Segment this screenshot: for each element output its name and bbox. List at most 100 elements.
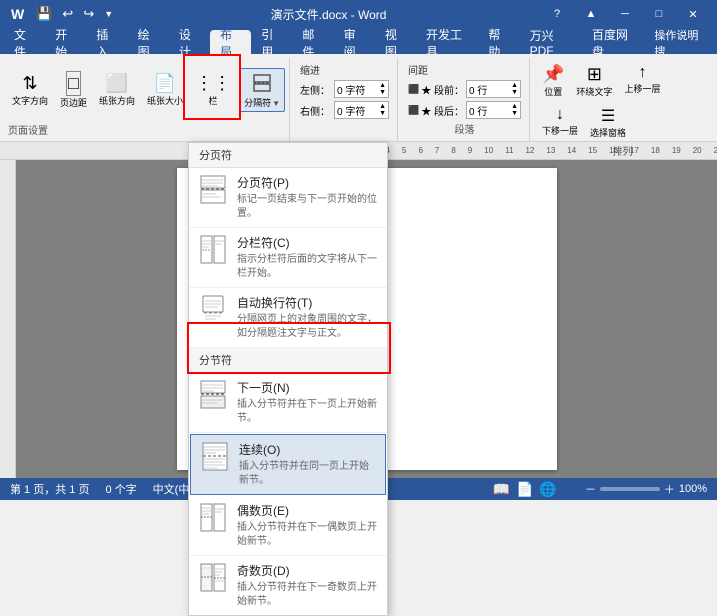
- close-button[interactable]: ✕: [677, 4, 709, 24]
- next-page-icon: [199, 379, 227, 411]
- select-pane-button[interactable]: ☰ 选择窗格: [586, 104, 630, 141]
- help-button[interactable]: ?: [541, 4, 573, 24]
- text-direction-icon: ⇅: [22, 73, 37, 94]
- web-view-icon[interactable]: 🌐: [539, 481, 556, 498]
- position-icon: 📌: [542, 64, 564, 85]
- tab-baiduyun[interactable]: 百度网盘: [582, 30, 644, 54]
- spacing-after-spin[interactable]: ▲ ▼: [511, 103, 518, 117]
- title-bar-title: 演示文件.docx - Word: [116, 6, 541, 23]
- spacing-before-value: 0 行: [469, 82, 487, 97]
- tab-file[interactable]: 文件: [4, 30, 45, 54]
- page-setup-group-label: 页面设置: [8, 120, 48, 139]
- breaks-icon: [252, 73, 272, 96]
- tab-draw[interactable]: 绘图: [128, 30, 169, 54]
- customize-icon[interactable]: ▼: [101, 9, 116, 19]
- even-page-icon: [199, 502, 227, 534]
- tab-design[interactable]: 设计: [169, 30, 210, 54]
- tab-insert[interactable]: 插入: [86, 30, 127, 54]
- text-direction-label: 文字方向: [12, 96, 48, 107]
- spacing-after-value: 0 行: [469, 103, 487, 118]
- spacing-after-row: ⬛ ★ 段后： 0 行 ▲ ▼: [408, 101, 521, 119]
- spacing-before-label: ★ 段前：: [421, 82, 464, 97]
- menu-item-column-break[interactable]: 分栏符(C) 指示分栏符后面的文字将从下一栏开始。: [189, 228, 387, 288]
- breaks-dropdown-arrow: ▼: [272, 99, 280, 109]
- spacing-after-icon: ⬛: [408, 105, 419, 116]
- page-break-section-header: 分页符: [189, 143, 387, 168]
- send-backward-label: 下移一层: [542, 126, 578, 137]
- menu-item-continuous[interactable]: 连续(O) 插入分节符并在同一页上开始新节。: [190, 434, 386, 495]
- word-count: 0 个字: [105, 481, 136, 497]
- title-bar-left: W 💾 ↩ ↪ ▼: [8, 5, 116, 23]
- columns-button[interactable]: ⋮⋮ 栏: [191, 71, 235, 109]
- read-view-icon[interactable]: 📖: [493, 481, 510, 498]
- zoom-control[interactable]: － ＋ 100%: [585, 481, 707, 497]
- odd-page-text: 奇数页(D) 插入分节符并在下一奇数页上开始新节。: [237, 562, 377, 609]
- tab-reference[interactable]: 引用: [251, 30, 292, 54]
- tab-view[interactable]: 视图: [375, 30, 416, 54]
- zoom-out-icon[interactable]: －: [585, 481, 596, 497]
- spacing-before-spin[interactable]: ▲ ▼: [511, 82, 518, 96]
- margins-button[interactable]: □ 页边距: [56, 69, 91, 111]
- bring-forward-icon: ↑: [638, 64, 646, 82]
- menu-item-odd-page[interactable]: 奇数页(D) 插入分节符并在下一奇数页上开始新节。: [189, 556, 387, 615]
- even-page-text: 偶数页(E) 插入分节符并在下一偶数页上开始新节。: [237, 502, 377, 549]
- tab-mail[interactable]: 邮件: [292, 30, 333, 54]
- indent-left-row: 左侧： 0 字符 ▲ ▼: [300, 80, 389, 98]
- zoom-in-icon[interactable]: ＋: [664, 481, 675, 497]
- menu-item-auto-break[interactable]: 自动换行符(T) 分隔网页上的对象周围的文字，如分隔题注文字与正文。: [189, 288, 387, 348]
- columns-label: 栏: [209, 96, 218, 107]
- save-icon[interactable]: 💾: [33, 6, 55, 22]
- ribbon-toggle-button[interactable]: ▲: [575, 4, 607, 24]
- indent-right-input[interactable]: 0 字符 ▲ ▼: [334, 101, 389, 119]
- zoom-slider[interactable]: [600, 487, 660, 491]
- tab-review[interactable]: 审阅: [334, 30, 375, 54]
- breaks-button[interactable]: 分隔符 ▼: [239, 68, 285, 112]
- menu-item-page-break[interactable]: 分页符(P) 标记一页结束与下一页开始的位置。: [189, 168, 387, 228]
- ribbon-group-page-setup: ⇅ 文字方向 □ 页边距 ⬜ 纸张方向 📄 纸张大小: [4, 58, 290, 141]
- view-icons[interactable]: 📖 📄 🌐: [493, 481, 557, 498]
- paper-direction-label: 纸张方向: [99, 96, 135, 107]
- paper-size-label: 纸张大小: [147, 96, 183, 107]
- minimize-button[interactable]: ─: [609, 4, 641, 24]
- maximize-button[interactable]: □: [643, 4, 675, 24]
- wrap-icon: ⊞: [587, 64, 602, 85]
- indent-left-spin[interactable]: ▲ ▼: [379, 82, 386, 96]
- select-pane-label: 选择窗格: [590, 128, 626, 139]
- paper-direction-button[interactable]: ⬜ 纸张方向: [95, 71, 139, 109]
- menu-item-even-page[interactable]: 偶数页(E) 插入分节符并在下一偶数页上开始新节。: [189, 496, 387, 556]
- indent-left-input[interactable]: 0 字符 ▲ ▼: [334, 80, 389, 98]
- menu-item-next-page[interactable]: 下一页(N) 插入分节符并在下一页上开始新节。: [189, 373, 387, 433]
- bring-forward-label: 上移一层: [624, 84, 660, 95]
- tab-layout[interactable]: 布局: [210, 30, 251, 54]
- tab-operation-help[interactable]: 操作说明搜: [644, 30, 713, 54]
- spacing-before-input[interactable]: 0 行 ▲ ▼: [466, 80, 521, 98]
- ribbon-tabs: 文件 开始 插入 绘图 设计 布局 引用 邮件 审阅 视图 开发工具 帮助 万兴…: [0, 28, 717, 54]
- paper-size-button[interactable]: 📄 纸张大小: [143, 71, 187, 109]
- text-direction-button[interactable]: ⇅ 文字方向: [8, 71, 52, 109]
- bring-forward-button[interactable]: ↑ 上移一层: [620, 62, 664, 100]
- tab-help[interactable]: 帮助: [478, 30, 519, 54]
- spacing-before-icon: ⬛: [408, 84, 419, 95]
- indent-right-row: 右侧： 0 字符 ▲ ▼: [300, 101, 389, 119]
- indent-group-title: 缩进: [300, 62, 389, 77]
- redo-icon[interactable]: ↪: [80, 6, 97, 22]
- arrange-group-label: 排列: [538, 141, 707, 160]
- position-button[interactable]: 📌 位置: [538, 62, 568, 100]
- spacing-group-label: 段落: [408, 119, 521, 138]
- undo-icon[interactable]: ↩: [59, 6, 76, 22]
- page-break-icon: [199, 174, 227, 206]
- print-view-icon[interactable]: 📄: [516, 481, 533, 498]
- tab-wanxingpdf[interactable]: 万兴PDF: [520, 30, 582, 54]
- send-backward-button[interactable]: ↓ 下移一层: [538, 104, 582, 141]
- wrap-text-button[interactable]: ⊞ 环绕文字: [572, 62, 616, 100]
- page-count: 第 1 页，共 1 页: [10, 481, 89, 497]
- tab-start[interactable]: 开始: [45, 30, 86, 54]
- spacing-after-input[interactable]: 0 行 ▲ ▼: [466, 101, 521, 119]
- auto-break-text: 自动换行符(T) 分隔网页上的对象周围的文字，如分隔题注文字与正文。: [237, 294, 377, 341]
- column-break-text: 分栏符(C) 指示分栏符后面的文字将从下一栏开始。: [237, 234, 377, 281]
- spacing-after-label: ★ 段后：: [421, 103, 464, 118]
- send-backward-icon: ↓: [556, 106, 564, 124]
- margins-icon: □: [66, 71, 81, 96]
- tab-developer[interactable]: 开发工具: [416, 30, 478, 54]
- indent-right-spin[interactable]: ▲ ▼: [379, 103, 386, 117]
